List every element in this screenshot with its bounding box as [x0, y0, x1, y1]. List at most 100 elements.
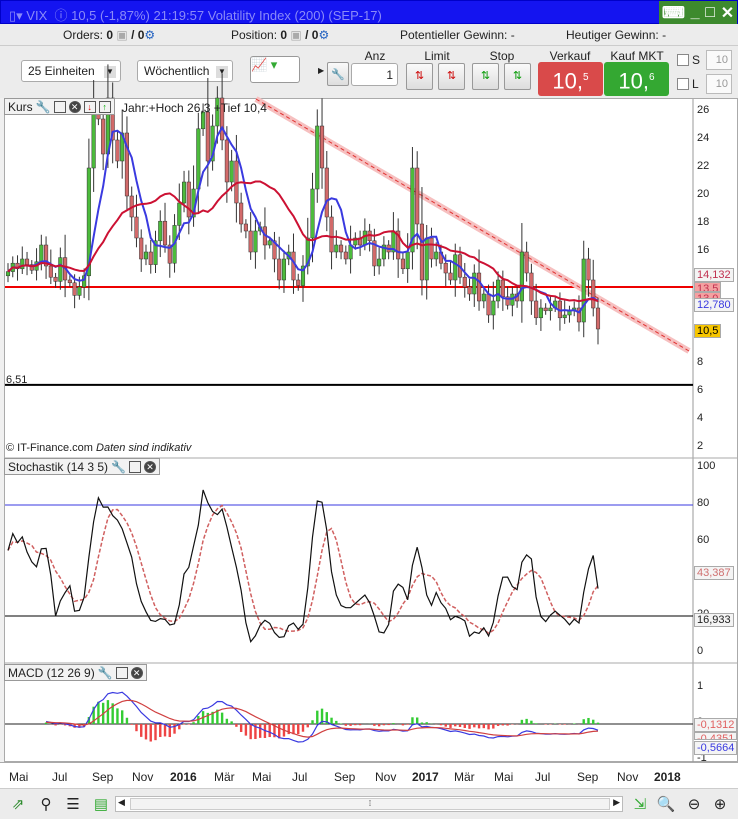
- candle: [443, 262, 448, 274]
- macd-histogram-bar: [144, 724, 148, 740]
- zoom-out-icon[interactable]: ⊖: [684, 795, 704, 815]
- scroll-left-icon[interactable]: ◀: [118, 797, 125, 808]
- macd-histogram-bar: [97, 701, 100, 724]
- candle: [419, 223, 425, 281]
- x-tick: Jul: [292, 770, 308, 784]
- price-tick: 18: [697, 216, 710, 228]
- x-tick: Nov: [375, 770, 397, 784]
- window-icon[interactable]: [53, 100, 66, 113]
- macd-signal-tag: -0,1312: [694, 718, 738, 732]
- macd-histogram-bar: [230, 721, 233, 724]
- wrench-icon[interactable]: 🔧: [36, 100, 51, 114]
- macd-histogram-bar: [258, 724, 262, 738]
- last-price-tag: 10,5: [694, 324, 722, 338]
- scrollbar-thumb[interactable]: ⁞: [130, 798, 610, 810]
- candle: [224, 139, 229, 183]
- macd-histogram-bar: [420, 722, 424, 724]
- candle: [158, 220, 163, 242]
- candle: [486, 293, 491, 316]
- candle: [58, 257, 63, 282]
- stoch-tick: 100: [697, 460, 716, 472]
- macd-histogram-bar: [439, 724, 443, 726]
- macd-histogram-bar: [301, 724, 305, 732]
- macd-histogram-bar: [563, 724, 566, 725]
- macd-histogram-bar: [54, 724, 57, 726]
- x-tick: 2016: [170, 770, 197, 784]
- macd-histogram-bar: [116, 708, 119, 724]
- macd-histogram-bar: [125, 717, 129, 724]
- candle: [595, 307, 601, 330]
- macd-histogram-bar: [401, 724, 405, 726]
- stoch-tick: 0: [697, 645, 704, 657]
- macd-histogram-bar: [530, 720, 533, 724]
- move-down-icon[interactable]: ↓: [83, 100, 96, 113]
- macd-histogram-bar: [168, 724, 171, 738]
- macd-histogram-bar: [377, 724, 381, 727]
- macd-histogram-bar: [130, 724, 133, 725]
- macd-histogram-bar: [140, 724, 143, 737]
- macd-histogram-bar: [382, 724, 386, 726]
- x-tick: Mai: [252, 770, 272, 784]
- price-tick: 4: [697, 412, 704, 424]
- candle: [5, 271, 11, 277]
- candle: [339, 244, 344, 253]
- x-tick: Jul: [535, 770, 551, 784]
- candle: [405, 251, 410, 270]
- macd-histogram-bar: [444, 724, 447, 727]
- close-icon[interactable]: ✕: [68, 100, 81, 113]
- macd-histogram-bar: [225, 718, 229, 724]
- move-up-icon[interactable]: ↑: [98, 100, 111, 113]
- candle: [229, 160, 234, 183]
- macd-histogram-bar: [344, 724, 348, 726]
- candle: [91, 111, 96, 169]
- bars-icon[interactable]: ▤: [91, 795, 111, 815]
- candle: [148, 251, 153, 265]
- stoch-k-line: [7, 489, 599, 644]
- candle: [248, 230, 253, 253]
- macd-legend: MACD (12 26 9) 🔧 ✕: [4, 664, 147, 681]
- stoch-d-line: [7, 504, 599, 634]
- macd-histogram-bar: [306, 724, 309, 728]
- macd-histogram-bar: [120, 710, 124, 724]
- stoch-k-tag: 16,933: [694, 613, 734, 627]
- price-tick: 22: [697, 160, 710, 172]
- window-icon[interactable]: [115, 666, 128, 679]
- window-icon[interactable]: [129, 460, 142, 473]
- price-legend: Kurs 🔧 ✕ ↓ ↑: [4, 98, 115, 115]
- macd-histogram-bar: [330, 717, 333, 724]
- scroll-right-icon[interactable]: ▶: [613, 797, 620, 808]
- x-tick: Mai: [494, 770, 514, 784]
- macd-histogram-bar: [458, 724, 462, 728]
- ma-slow-tag: 14,132: [694, 268, 734, 282]
- macd-histogram-bar: [187, 724, 191, 725]
- price-tick: 16: [697, 244, 710, 256]
- close-icon[interactable]: ✕: [130, 666, 143, 679]
- price-tick: 26: [697, 104, 710, 116]
- credit: © IT-Finance.com Daten sind indikativ: [6, 442, 192, 454]
- candle: [196, 128, 201, 190]
- candle: [310, 188, 315, 239]
- x-tick: Sep: [334, 770, 356, 784]
- macd-histogram-bar: [135, 724, 138, 732]
- horizontal-scrollbar[interactable]: ◀ ⁞ ▶: [115, 796, 623, 812]
- macd-histogram-bar: [349, 724, 352, 726]
- fit-icon[interactable]: ⇲: [630, 795, 650, 815]
- zoom-fit-icon[interactable]: 🔍: [656, 795, 676, 815]
- candle: [143, 251, 149, 260]
- stoch-tick: 60: [697, 534, 710, 546]
- price-tick: 20: [697, 188, 710, 200]
- link-icon[interactable]: ⚲: [36, 795, 56, 815]
- export-icon[interactable]: ⇗: [8, 795, 28, 815]
- candle: [400, 258, 405, 270]
- wrench-icon[interactable]: 🔧: [111, 460, 126, 474]
- wrench-icon[interactable]: 🔧: [98, 666, 113, 680]
- candle: [205, 111, 210, 162]
- close-icon[interactable]: ✕: [144, 460, 157, 473]
- zoom-in-icon[interactable]: ⊕: [710, 795, 730, 815]
- macd-histogram-bar: [544, 724, 547, 725]
- price-tick: 2: [697, 440, 704, 452]
- macd-histogram-bar: [173, 724, 176, 734]
- list-icon[interactable]: ☰: [63, 795, 83, 815]
- candle: [324, 167, 329, 218]
- chart-area[interactable]: [4, 64, 738, 763]
